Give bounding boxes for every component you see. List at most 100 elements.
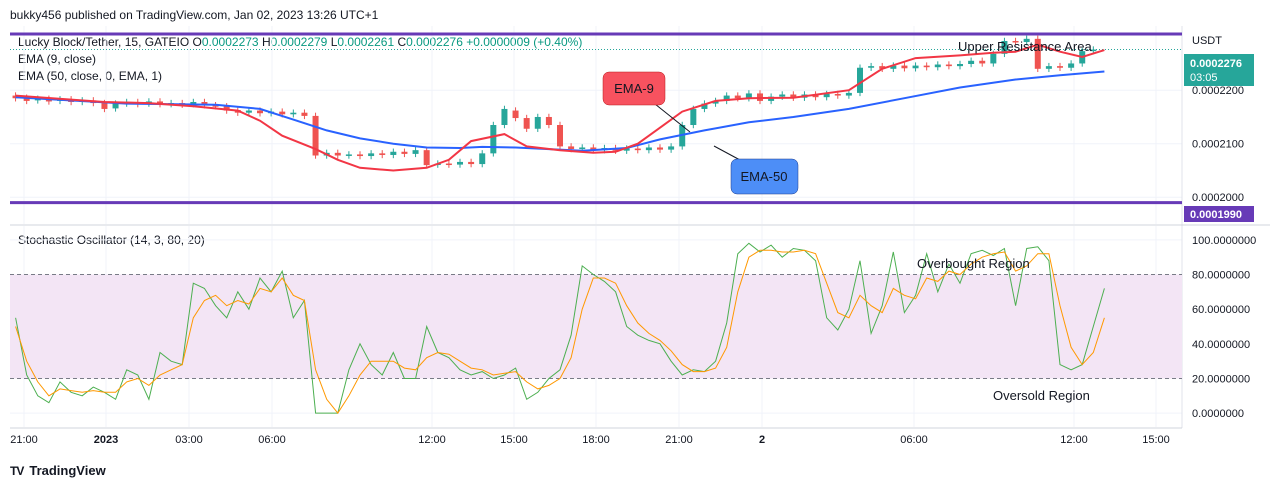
candle xyxy=(412,146,419,158)
candle-body xyxy=(512,110,519,119)
candle-body xyxy=(845,92,852,96)
candle xyxy=(957,60,963,70)
stochastic-band xyxy=(10,274,1182,379)
candle xyxy=(723,92,730,105)
candle-body xyxy=(645,147,652,151)
bar-countdown: 03:05 xyxy=(1190,72,1218,84)
currency-label: USDT xyxy=(1192,35,1222,47)
time-tick-label: 2023 xyxy=(94,434,118,446)
candle-body xyxy=(868,66,875,68)
candle xyxy=(334,149,341,159)
candle-body xyxy=(990,53,997,64)
oscillator-tick-label: 40.0000000 xyxy=(1192,339,1250,351)
candle-body xyxy=(1057,66,1063,68)
oscillator-tick-label: 80.0000000 xyxy=(1192,270,1250,282)
candle xyxy=(790,91,797,101)
oscillator-tick-label: 100.0000000 xyxy=(1192,235,1256,247)
candle xyxy=(745,90,752,102)
candle-body xyxy=(112,103,119,109)
tradingview-footer[interactable]: TV TradingView xyxy=(10,463,106,478)
candle xyxy=(401,148,408,158)
candle-body xyxy=(468,161,475,165)
candle-body xyxy=(334,152,341,156)
candle-body xyxy=(690,108,697,125)
candle-body xyxy=(290,112,297,115)
upper-resistance-label: Upper Resistance Area xyxy=(958,39,1092,54)
oscillator-tick-label: 20.0000000 xyxy=(1192,373,1250,385)
ema9-line[interactable] xyxy=(15,43,1105,172)
candle xyxy=(857,64,863,97)
candle xyxy=(934,61,941,71)
candle xyxy=(379,150,386,159)
ema50-callout-pointer xyxy=(713,145,741,161)
candle-body xyxy=(734,95,741,99)
candle xyxy=(923,62,930,71)
time-tick-label: 18:00 xyxy=(582,434,610,446)
tradingview-logo-icon: TV xyxy=(10,463,24,478)
candle-body xyxy=(412,150,419,154)
candle xyxy=(523,114,530,132)
time-axis-ticks[interactable]: 21:00 2023 03:00 06:00 12:00 15:00 18:00 21:00 2… xyxy=(10,434,1170,446)
candle-body xyxy=(401,151,408,154)
candle-body xyxy=(245,110,252,113)
time-tick-label: 2 xyxy=(759,434,765,446)
candle xyxy=(390,148,397,159)
candle xyxy=(290,109,297,118)
candle xyxy=(901,62,908,72)
candle-body xyxy=(857,67,863,93)
candle-body xyxy=(668,146,675,150)
time-tick-label: 06:00 xyxy=(900,434,928,446)
candle-body xyxy=(368,153,375,157)
candle xyxy=(490,121,497,157)
candle xyxy=(534,113,541,132)
candle-body xyxy=(834,93,841,96)
oversold-label: Oversold Region xyxy=(993,388,1090,403)
time-tick-label: 15:00 xyxy=(500,434,528,446)
candle-body xyxy=(923,65,930,68)
candle-body xyxy=(279,111,286,115)
price-tick-label: 0.0002000 xyxy=(1192,192,1244,204)
candle xyxy=(457,158,463,168)
candle xyxy=(912,62,919,72)
price-tick-label: 0.0002100 xyxy=(1192,139,1244,151)
ema9-callout-text: EMA-9 xyxy=(614,81,654,96)
candle-body xyxy=(545,116,552,125)
candle-body xyxy=(979,60,986,64)
current-price-value: 0.0002276 xyxy=(1190,58,1242,70)
candle xyxy=(1068,60,1075,71)
candle xyxy=(479,150,486,168)
candle-body xyxy=(912,65,919,69)
candle-body xyxy=(390,151,397,155)
ema50-callout-text: EMA-50 xyxy=(741,169,788,184)
candle-body xyxy=(501,108,508,125)
oscillator-tick-label: 60.0000000 xyxy=(1192,304,1250,316)
candle-body xyxy=(579,147,586,150)
time-tick-label: 06:00 xyxy=(258,434,286,446)
candle-body xyxy=(101,103,108,109)
time-tick-label: 15:00 xyxy=(1142,434,1170,446)
price-axis-ticks[interactable]: 0.0002200 0.0002100 0.0002000 xyxy=(1192,85,1244,204)
time-tick-label: 12:00 xyxy=(1060,434,1088,446)
candle xyxy=(701,100,708,113)
oscillator-tick-label: 0.0000000 xyxy=(1192,408,1244,420)
chart-canvas[interactable]: Upper Resistance Area EMA-9 EMA-50 Overb… xyxy=(0,0,1280,489)
candle-body xyxy=(957,63,963,67)
time-tick-label: 03:00 xyxy=(175,434,203,446)
candle-body xyxy=(523,118,530,129)
candle xyxy=(501,105,508,129)
candle-body xyxy=(257,110,263,114)
candle-body xyxy=(779,94,786,97)
candle xyxy=(557,121,563,150)
time-tick-label: 21:00 xyxy=(665,434,693,446)
candle-body xyxy=(568,146,575,150)
overbought-label: Overbought Region xyxy=(917,256,1030,271)
candle xyxy=(312,112,319,159)
candle-body xyxy=(479,153,486,165)
candle-body xyxy=(934,64,941,68)
candle-body xyxy=(968,60,975,64)
candle xyxy=(368,150,375,160)
oscillator-axis-ticks[interactable]: 100.0000000 80.0000000 60.0000000 40.000000… xyxy=(1192,235,1256,420)
candle-body xyxy=(345,154,352,156)
candle-body xyxy=(357,154,363,157)
candle-body xyxy=(945,64,952,67)
